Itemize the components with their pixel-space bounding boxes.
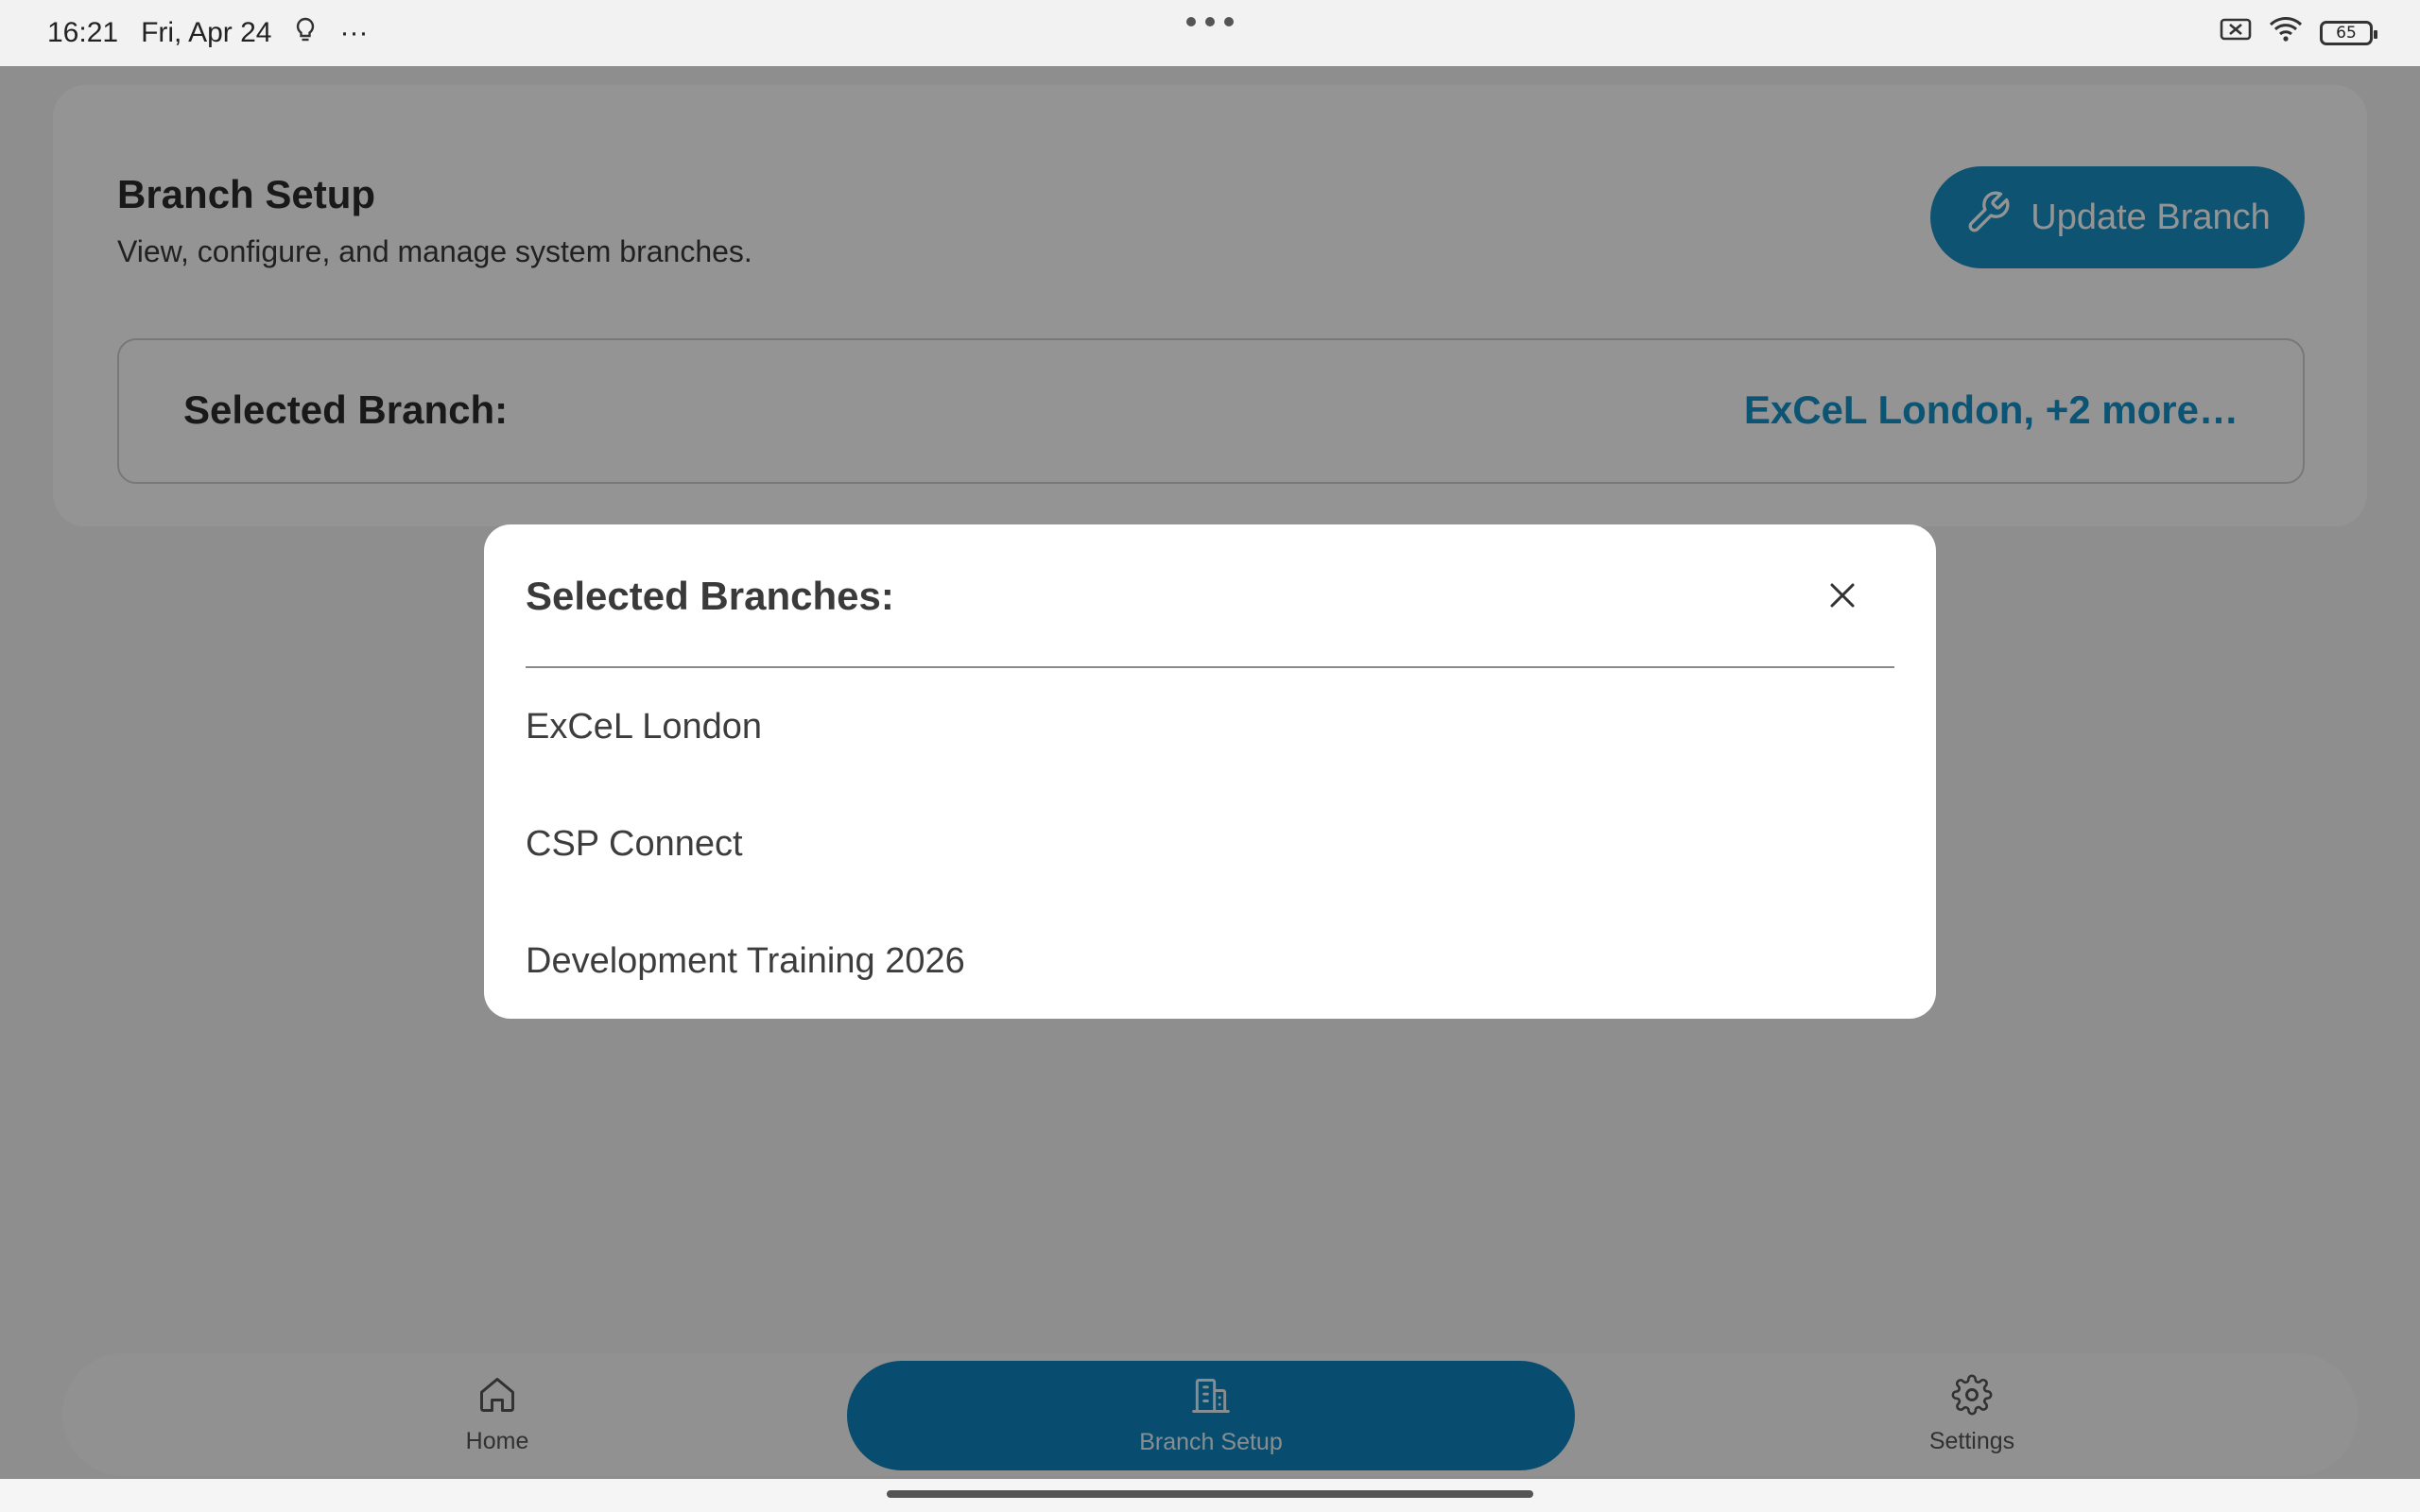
selected-branches-dialog: Selected Branches: ExCeL London CSP Conn… bbox=[484, 524, 1936, 1019]
close-icon[interactable] bbox=[1819, 572, 1866, 619]
bulb-icon bbox=[294, 16, 317, 50]
window-handle-icon[interactable] bbox=[1186, 17, 1234, 26]
sim-disabled-icon bbox=[2220, 16, 2252, 50]
wifi-icon bbox=[2269, 16, 2303, 50]
branch-list-item: ExCeL London bbox=[526, 707, 763, 747]
branch-list-item: CSP Connect bbox=[526, 824, 743, 864]
status-left: 16:21 Fri, Apr 24 ··· bbox=[47, 0, 368, 66]
branch-list-item: Development Training 2026 bbox=[526, 941, 965, 981]
status-more: ··· bbox=[339, 17, 369, 48]
status-date: Fri, Apr 24 bbox=[141, 17, 272, 48]
gesture-bar[interactable] bbox=[887, 1490, 1533, 1498]
status-bar: 16:21 Fri, Apr 24 ··· 65 bbox=[0, 0, 2420, 66]
screen: 16:21 Fri, Apr 24 ··· 65 Branch Setup Vi… bbox=[0, 0, 2420, 1512]
status-time: 16:21 bbox=[47, 17, 119, 48]
dialog-divider bbox=[526, 666, 1894, 668]
dialog-title: Selected Branches: bbox=[526, 574, 894, 618]
battery-icon: 65 bbox=[2320, 21, 2377, 45]
status-right: 65 bbox=[2220, 0, 2377, 66]
